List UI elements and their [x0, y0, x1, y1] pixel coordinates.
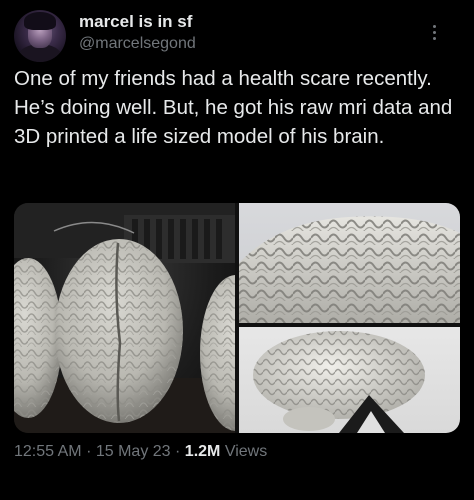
- user-handle[interactable]: @marcelsegond: [79, 35, 196, 53]
- avatar[interactable]: [14, 10, 66, 62]
- display-name[interactable]: marcel is in sf: [79, 12, 192, 32]
- tweet: marcel is in sf @marcelsegond One of my …: [0, 0, 474, 500]
- more-options-icon[interactable]: [424, 22, 444, 42]
- meta-separator: ·: [175, 443, 181, 460]
- tweet-date[interactable]: 15 May 23: [96, 443, 171, 460]
- avatar-hair: [24, 12, 56, 30]
- brain-on-stand-photo[interactable]: [239, 327, 460, 433]
- media-grid: [14, 203, 460, 433]
- tweet-text: One of my friends had a health scare rec…: [14, 67, 453, 148]
- brain-closeup-photo[interactable]: [239, 203, 460, 323]
- views-count: 1.2M: [184, 443, 221, 460]
- tweet-time[interactable]: 12:55 AM: [14, 443, 82, 460]
- views-label: Views: [224, 443, 268, 460]
- brain-models-photo[interactable]: [14, 203, 235, 433]
- tweet-meta: 12:55 AM · 15 May 23 · 1.2M Views: [14, 443, 267, 461]
- meta-separator: ·: [86, 443, 92, 460]
